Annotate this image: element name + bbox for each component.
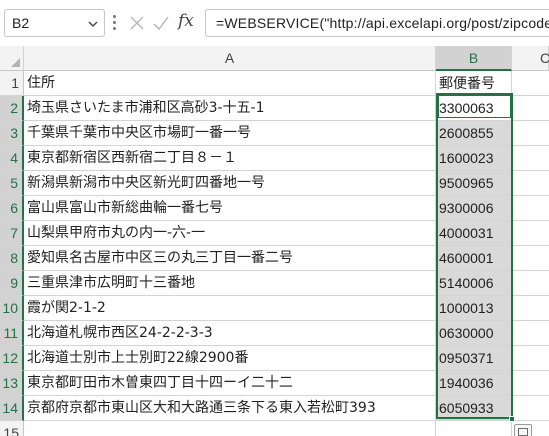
table-row: 1 住所 郵便番号 <box>0 71 549 96</box>
cell-b5[interactable]: 9500965 <box>436 171 512 196</box>
cell-b12[interactable]: 0950371 <box>436 346 512 371</box>
cell-a9[interactable]: 三重県津市広明町十三番地 <box>24 271 436 296</box>
row-header[interactable]: 5 <box>0 171 24 196</box>
name-box-value[interactable]: B2 <box>12 15 29 31</box>
table-row: 2 埼玉県さいたま市浦和区高砂3-十五-1 3300063 <box>0 96 549 121</box>
cell-c13[interactable] <box>512 371 549 396</box>
cell-a13[interactable]: 東京都町田市木曽東四丁目十四ーイ二十二 <box>24 371 436 396</box>
table-row: 13 東京都町田市木曽東四丁目十四ーイ二十二 1940036 <box>0 371 549 396</box>
cell-b13[interactable]: 1940036 <box>436 371 512 396</box>
cell-c8[interactable] <box>512 246 549 271</box>
row-header[interactable]: 7 <box>0 221 24 246</box>
name-box[interactable]: B2 <box>4 9 105 37</box>
row-header[interactable]: 14 <box>0 396 24 421</box>
cell-a4[interactable]: 東京都新宿区西新宿二丁目８－１ <box>24 146 436 171</box>
cell-c10[interactable] <box>512 296 549 321</box>
insert-function-fx-icon[interactable]: fx <box>178 11 194 31</box>
cell-a5[interactable]: 新潟県新潟市中央区新光町四番地一号 <box>24 171 436 196</box>
table-row: 3 千葉県千葉市中央区市場町一番一号 2600855 <box>0 121 549 146</box>
cell-a11[interactable]: 北海道札幌市西区24-2-2-3-3 <box>24 321 436 346</box>
cell-a3[interactable]: 千葉県千葉市中央区市場町一番一号 <box>24 121 436 146</box>
cell-b8[interactable]: 4600001 <box>436 246 512 271</box>
cell-b14[interactable]: 6050933 <box>436 396 512 421</box>
cell-a2[interactable]: 埼玉県さいたま市浦和区高砂3-十五-1 <box>24 96 436 121</box>
quick-analysis-icon[interactable] <box>514 424 532 436</box>
row-header[interactable]: 9 <box>0 271 24 296</box>
cell-c2[interactable] <box>512 96 549 121</box>
formula-text[interactable]: =WEBSERVICE("http://api.excelapi.org/pos… <box>216 15 549 31</box>
row-header[interactable]: 8 <box>0 246 24 271</box>
cell-a15[interactable] <box>24 421 436 436</box>
table-row: 15 <box>0 421 549 436</box>
formula-buttons: fx <box>124 9 200 37</box>
cell-c4[interactable] <box>512 146 549 171</box>
cancel-x-icon[interactable] <box>128 14 146 32</box>
column-header-a[interactable]: A <box>24 46 436 71</box>
cell-a14[interactable]: 京都府京都市東山区大和大路通三条下る東入若松町393 <box>24 396 436 421</box>
cell-a10[interactable]: 霞が関2-1-2 <box>24 296 436 321</box>
row-header[interactable]: 4 <box>0 146 24 171</box>
row-header[interactable]: 6 <box>0 196 24 221</box>
enter-check-icon[interactable] <box>152 14 170 32</box>
cell-c14[interactable] <box>512 396 549 421</box>
cell-b6[interactable]: 9300006 <box>436 196 512 221</box>
cell-b9[interactable]: 5140006 <box>436 271 512 296</box>
cell-a7[interactable]: 山梨県甲府市丸の内一-六-一 <box>24 221 436 246</box>
row-header[interactable]: 3 <box>0 121 24 146</box>
chevron-down-icon[interactable] <box>88 19 98 29</box>
cell-a12[interactable]: 北海道士別市上士別町22線2900番 <box>24 346 436 371</box>
cell-c7[interactable] <box>512 221 549 246</box>
row-header[interactable]: 2 <box>0 96 24 121</box>
row-header[interactable]: 11 <box>0 321 24 346</box>
cell-a8[interactable]: 愛知県名古屋市中区三の丸三丁目一番二号 <box>24 246 436 271</box>
select-all-corner[interactable] <box>0 46 24 71</box>
cell-b10[interactable]: 1000013 <box>436 296 512 321</box>
cell-c3[interactable] <box>512 121 549 146</box>
cell-b3[interactable]: 2600855 <box>436 121 512 146</box>
row-header[interactable]: 12 <box>0 346 24 371</box>
fill-handle[interactable] <box>509 416 515 422</box>
table-row: 4 東京都新宿区西新宿二丁目８－１ 1600023 <box>0 146 549 171</box>
table-row: 14 京都府京都市東山区大和大路通三条下る東入若松町393 6050933 <box>0 396 549 421</box>
table-row: 10 霞が関2-1-2 1000013 <box>0 296 549 321</box>
cell-b1[interactable]: 郵便番号 <box>436 71 512 96</box>
cell-c11[interactable] <box>512 321 549 346</box>
cell-a6[interactable]: 富山県富山市新総曲輪一番七号 <box>24 196 436 221</box>
cell-c5[interactable] <box>512 171 549 196</box>
table-row: 11 北海道札幌市西区24-2-2-3-3 0630000 <box>0 321 549 346</box>
cell-c6[interactable] <box>512 196 549 221</box>
row-header[interactable]: 13 <box>0 371 24 396</box>
row-header[interactable]: 1 <box>0 71 24 96</box>
cell-a1[interactable]: 住所 <box>24 71 436 96</box>
formula-bar: B2 fx =WEBSERVICE("http://api.excelapi.o… <box>0 0 549 46</box>
cell-b7[interactable]: 4000031 <box>436 221 512 246</box>
cell-c9[interactable] <box>512 271 549 296</box>
cell-b11[interactable]: 0630000 <box>436 321 512 346</box>
table-row: 8 愛知県名古屋市中区三の丸三丁目一番二号 4600001 <box>0 246 549 271</box>
cell-c12[interactable] <box>512 346 549 371</box>
more-options-icon[interactable] <box>111 13 117 33</box>
table-row: 9 三重県津市広明町十三番地 5140006 <box>0 271 549 296</box>
column-header-c[interactable]: C <box>512 46 549 71</box>
cell-b15[interactable] <box>436 421 512 436</box>
cell-b4[interactable]: 1600023 <box>436 146 512 171</box>
table-row: 7 山梨県甲府市丸の内一-六-一 4000031 <box>0 221 549 246</box>
row-header[interactable]: 15 <box>0 421 24 436</box>
row-header[interactable]: 10 <box>0 296 24 321</box>
select-all-triangle-icon <box>11 58 20 67</box>
column-header-b[interactable]: B <box>436 46 512 71</box>
formula-input[interactable]: =WEBSERVICE("http://api.excelapi.org/pos… <box>205 9 549 37</box>
spreadsheet-grid: A B C 1 住所 郵便番号 2 埼玉県さいたま市浦和区高砂3-十五-1 33… <box>0 46 549 436</box>
cell-c1[interactable] <box>512 71 549 96</box>
table-row: 12 北海道士別市上士別町22線2900番 0950371 <box>0 346 549 371</box>
table-row: 6 富山県富山市新総曲輪一番七号 9300006 <box>0 196 549 221</box>
cell-b2[interactable]: 3300063 <box>436 96 512 121</box>
table-row: 5 新潟県新潟市中央区新光町四番地一号 9500965 <box>0 171 549 196</box>
